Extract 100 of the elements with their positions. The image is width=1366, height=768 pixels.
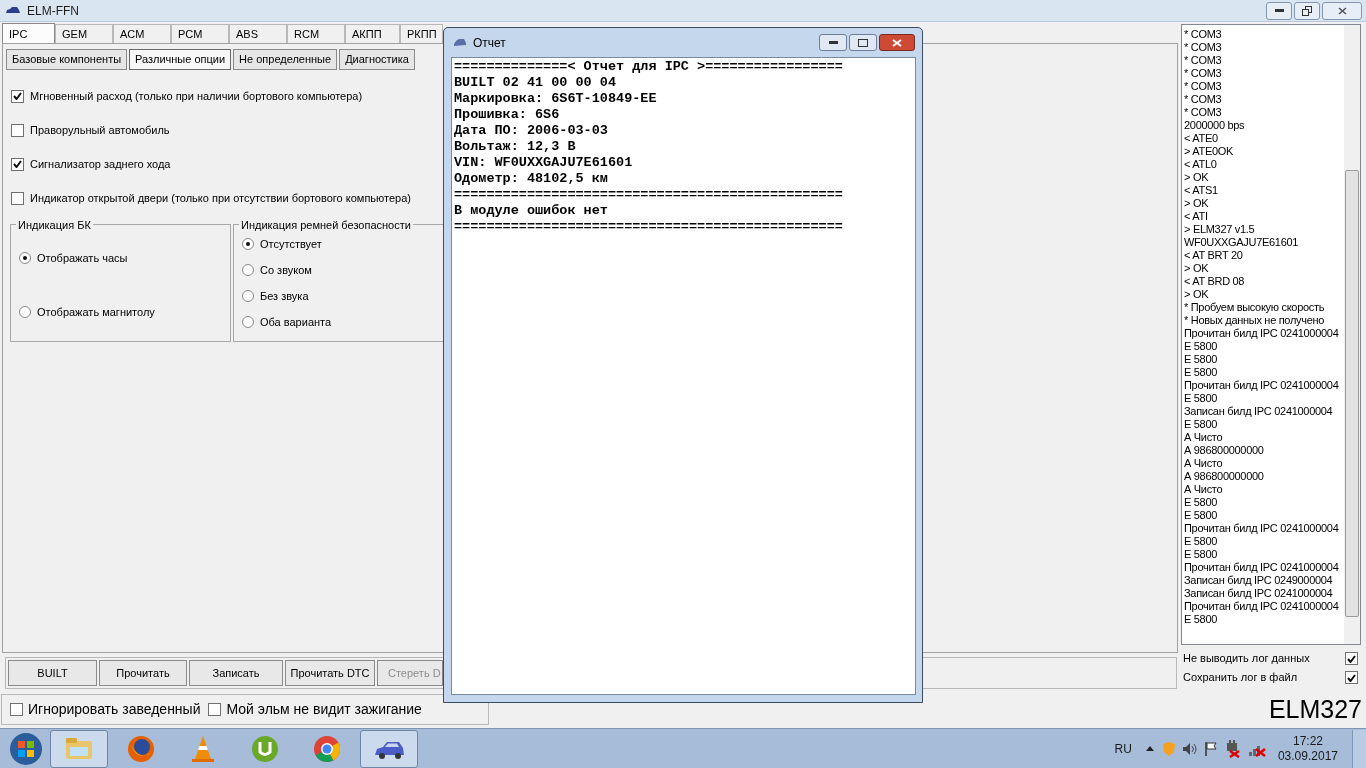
log-line: < ATI (1184, 210, 1209, 223)
checkbox[interactable] (11, 191, 24, 205)
radio-label: Отсутствует (260, 236, 322, 252)
subtab[interactable]: Различные опции (129, 49, 232, 70)
car-icon (5, 5, 21, 16)
log-line: > OK (1184, 197, 1210, 210)
action-button[interactable]: Прочитать DTC (285, 660, 375, 686)
report-line: Дата ПО: 2006-03-03 (454, 123, 609, 139)
log-list[interactable] (1181, 24, 1361, 645)
option-label: Сохранить лог в файл (1183, 670, 1298, 686)
tab[interactable]: ABS (229, 24, 287, 44)
subtab[interactable]: Базовые компоненты (6, 49, 128, 70)
shield-icon (1161, 740, 1176, 757)
tab[interactable]: RCM (287, 24, 345, 44)
checkbox[interactable] (1345, 652, 1358, 665)
tab[interactable]: GEM (55, 24, 113, 44)
checkbox[interactable] (11, 123, 24, 137)
log-line: E 5800 (1184, 418, 1219, 431)
restore-button[interactable] (1294, 1, 1320, 20)
checkbox[interactable] (11, 89, 24, 103)
tab[interactable]: IPC (2, 23, 55, 44)
log-line: < AT BRD 08 (1184, 275, 1246, 288)
minimize-button[interactable] (819, 34, 847, 51)
option-label: Праворульный автомобиль (30, 122, 170, 138)
option-label: Сигнализатор заднего хода (30, 156, 171, 172)
report-line: Маркировка: 6S6T-10849-EE (454, 91, 658, 107)
report-line: BUILT 02 41 00 00 04 (454, 75, 618, 91)
option-label: Не выводить лог данных (1183, 651, 1310, 667)
tab[interactable]: АКПП (345, 24, 400, 44)
report-line: ================================================ (454, 219, 844, 235)
windows-logo-icon (9, 731, 43, 766)
log-line: > OK (1184, 262, 1210, 275)
clock[interactable]: 17:22 03.09.2017 (1277, 733, 1338, 764)
radio-label: Без звука (260, 288, 309, 304)
subtab[interactable]: Диагностика (339, 49, 415, 70)
log-line: Прочитан билд IPC 0241000004 (1184, 600, 1340, 613)
adapter-label: ELM327 (1268, 696, 1362, 722)
subtab[interactable]: Не определенные (233, 49, 338, 70)
report-line: ================================================ (454, 187, 844, 203)
maximize-button[interactable] (849, 34, 877, 51)
language-indicator[interactable]: RU (1114, 739, 1132, 758)
close-button[interactable] (879, 34, 915, 51)
log-line: А 986800000000 (1184, 444, 1265, 457)
log-line: Записан билд IPC 0241000004 (1184, 587, 1334, 600)
checkbox[interactable] (10, 702, 23, 716)
report-line: Вольтаж: 12,3 В (454, 139, 577, 155)
log-line: E 5800 (1184, 496, 1219, 509)
radio-label: Отображать часы (37, 250, 128, 266)
tab[interactable]: ACM (113, 24, 171, 44)
log-line: А Чисто (1184, 483, 1224, 496)
log-line: * COM3 (1184, 106, 1223, 119)
log-line: А Чисто (1184, 431, 1224, 444)
group-title: Индикация ремней безопасности (239, 217, 413, 234)
log-line: E 5800 (1184, 340, 1219, 353)
log-line: Прочитан билд IPC 0241000004 (1184, 379, 1340, 392)
radio-button[interactable] (19, 252, 31, 264)
log-line: Прочитан билд IPC 0241000004 (1184, 522, 1340, 535)
radio-button[interactable] (242, 290, 254, 302)
radio-button[interactable] (19, 306, 31, 318)
option-label: Мгновенный расход (только при наличии бортового компьютера) (30, 88, 363, 104)
log-line: < ATL0 (1184, 158, 1218, 171)
tab[interactable]: PCM (171, 24, 229, 44)
clock-time: 17:22 (1292, 733, 1323, 749)
log-line: * COM3 (1184, 80, 1223, 93)
clock-date: 03.09.2017 (1277, 748, 1338, 764)
tab[interactable]: РКПП (400, 24, 443, 44)
checkbox[interactable] (11, 157, 24, 171)
radio-label: Отображать магнитолу (37, 304, 155, 320)
scrollbar[interactable] (1344, 25, 1360, 644)
option-label: Мой эльм не видит зажигание (226, 699, 422, 719)
report-line: VIN: WF0UXXGAJU7E61601 (454, 155, 634, 171)
maximize-icon (858, 38, 868, 47)
option-label: Индикатор открытой двери (только при отсутствии бортового компьютера) (30, 190, 411, 206)
action-button[interactable]: Записать (189, 660, 283, 686)
log-line: E 5800 (1184, 392, 1219, 405)
log-line: E 5800 (1184, 613, 1219, 626)
log-line: * COM3 (1184, 54, 1223, 67)
log-line: < ATE0 (1184, 132, 1219, 145)
checkbox[interactable] (208, 702, 222, 716)
minimize-button[interactable] (1266, 1, 1292, 20)
radio-button[interactable] (242, 316, 254, 328)
log-line: Записан билд IPC 0249000004 (1184, 574, 1334, 587)
action-button[interactable]: Прочитать (99, 660, 187, 686)
report-line: Прошивка: 6S6 (454, 107, 561, 123)
action-button[interactable]: BUILT (8, 660, 97, 686)
radio-button[interactable] (242, 238, 254, 250)
radio-label: Со звуком (260, 262, 312, 278)
log-line: А 986800000000 (1184, 470, 1265, 483)
log-line: E 5800 (1184, 509, 1219, 522)
log-line: * Пробуем высокую скорость (1184, 301, 1326, 314)
log-line: WF0UXXGAJU7E61601 (1184, 236, 1300, 249)
log-line: E 5800 (1184, 366, 1219, 379)
checkbox[interactable] (1345, 671, 1358, 684)
taskbar-button[interactable] (360, 729, 418, 768)
minimize-icon (828, 41, 838, 44)
log-line: > OK (1184, 171, 1210, 184)
log-line: * COM3 (1184, 28, 1223, 41)
option-label: Игнорировать заведенный (28, 699, 201, 719)
window-title: ELM-FFN (27, 2, 79, 20)
radio-button[interactable] (242, 264, 254, 276)
